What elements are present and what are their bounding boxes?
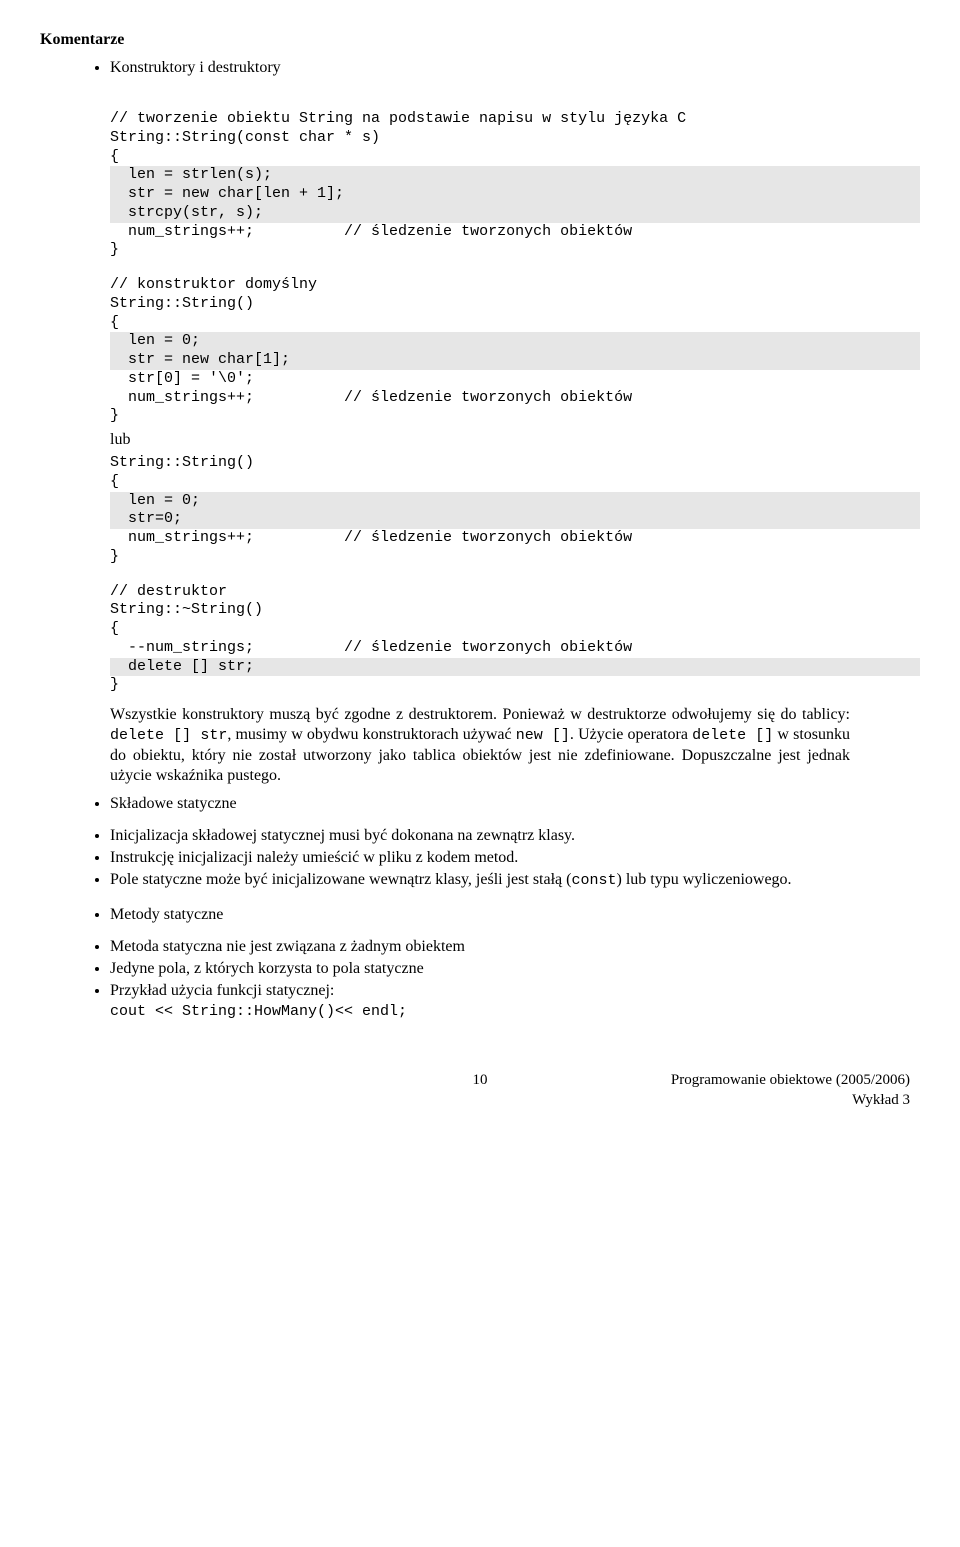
sub-item: Pole statyczne może być inicjalizowane w… — [110, 870, 920, 891]
code-line: String::String() — [110, 295, 920, 314]
code-line-highlight: str = new char[1]; — [110, 351, 920, 370]
code-line-highlight: strcpy(str, s); — [110, 204, 920, 223]
footer-title: Programowanie obiektowe (2005/2006) Wykł… — [671, 1071, 910, 1110]
code-line: str[0] = '\0'; — [110, 370, 920, 389]
code-line-highlight: str = new char[len + 1]; — [110, 185, 920, 204]
code-line: --num_strings; // śledzenie tworzonych o… — [110, 639, 920, 658]
code-line: } — [110, 407, 920, 426]
sub-item: Inicjalizacja składowej statycznej musi … — [110, 826, 920, 846]
code-line: String::String(const char * s) — [110, 129, 920, 148]
code-line: { — [110, 473, 920, 492]
code-block-constructor-default: // konstruktor domyślny String::String()… — [110, 276, 920, 426]
code-line-highlight: str=0; — [110, 510, 920, 529]
code-line-highlight: delete [] str; — [110, 658, 920, 677]
code-line: } — [110, 241, 920, 260]
sub-item: Przykład użycia funkcji statycznej: cout… — [110, 981, 920, 1022]
page-footer: 10 Programowanie obiektowe (2005/2006) W… — [40, 1071, 920, 1090]
code-comment: // tworzenie obiektu String na podstawie… — [110, 110, 920, 129]
sub-item: Instrukcję inicjalizacji należy umieścić… — [110, 848, 920, 868]
sub-bullet-list-static-fields: Inicjalizacja składowej statycznej musi … — [40, 826, 920, 891]
bullet-list-static-methods: Metody statyczne — [40, 905, 920, 925]
code-line: num_strings++; // śledzenie tworzonych o… — [110, 389, 920, 408]
code-line: String::~String() — [110, 601, 920, 620]
bullet-item-static-fields-head: Składowe statyczne — [110, 794, 920, 814]
code-line-highlight: len = 0; — [110, 332, 920, 351]
code-line: { — [110, 620, 920, 639]
paragraph-explanation: Wszystkie konstruktory muszą być zgodne … — [110, 705, 850, 786]
code-line: { — [110, 314, 920, 333]
lub-text: lub — [110, 430, 920, 450]
code-line: num_strings++; // śledzenie tworzonych o… — [110, 529, 920, 548]
bullet-item-static-methods-head: Metody statyczne — [110, 905, 920, 925]
bullet-list-1: Konstruktory i destruktory — [40, 58, 920, 78]
inline-code: cout << String::HowMany()<< endl; — [110, 1003, 407, 1020]
bullet-list-static-fields: Składowe statyczne — [40, 794, 920, 814]
code-block-constructor-cstring: // tworzenie obiektu String na podstawie… — [110, 110, 920, 260]
code-block-destructor: // destruktor String::~String() { --num_… — [110, 583, 920, 696]
page-heading: Komentarze — [40, 30, 920, 50]
code-line: num_strings++; // śledzenie tworzonych o… — [110, 223, 920, 242]
code-block-constructor-default-alt: String::String() { len = 0; str=0; num_s… — [110, 454, 920, 567]
code-line: } — [110, 676, 920, 695]
sub-item: Jedyne pola, z których korzysta to pola … — [110, 959, 920, 979]
code-line-highlight: len = 0; — [110, 492, 920, 511]
code-line: } — [110, 548, 920, 567]
code-comment: // destruktor — [110, 583, 920, 602]
code-comment: // konstruktor domyślny — [110, 276, 920, 295]
sub-item: Metoda statyczna nie jest związana z żad… — [110, 937, 920, 957]
sub-bullet-list-static-methods: Metoda statyczna nie jest związana z żad… — [40, 937, 920, 1022]
code-line: { — [110, 148, 920, 167]
bullet-item-constructors: Konstruktory i destruktory — [110, 58, 920, 78]
code-line: String::String() — [110, 454, 920, 473]
code-line-highlight: len = strlen(s); — [110, 166, 920, 185]
